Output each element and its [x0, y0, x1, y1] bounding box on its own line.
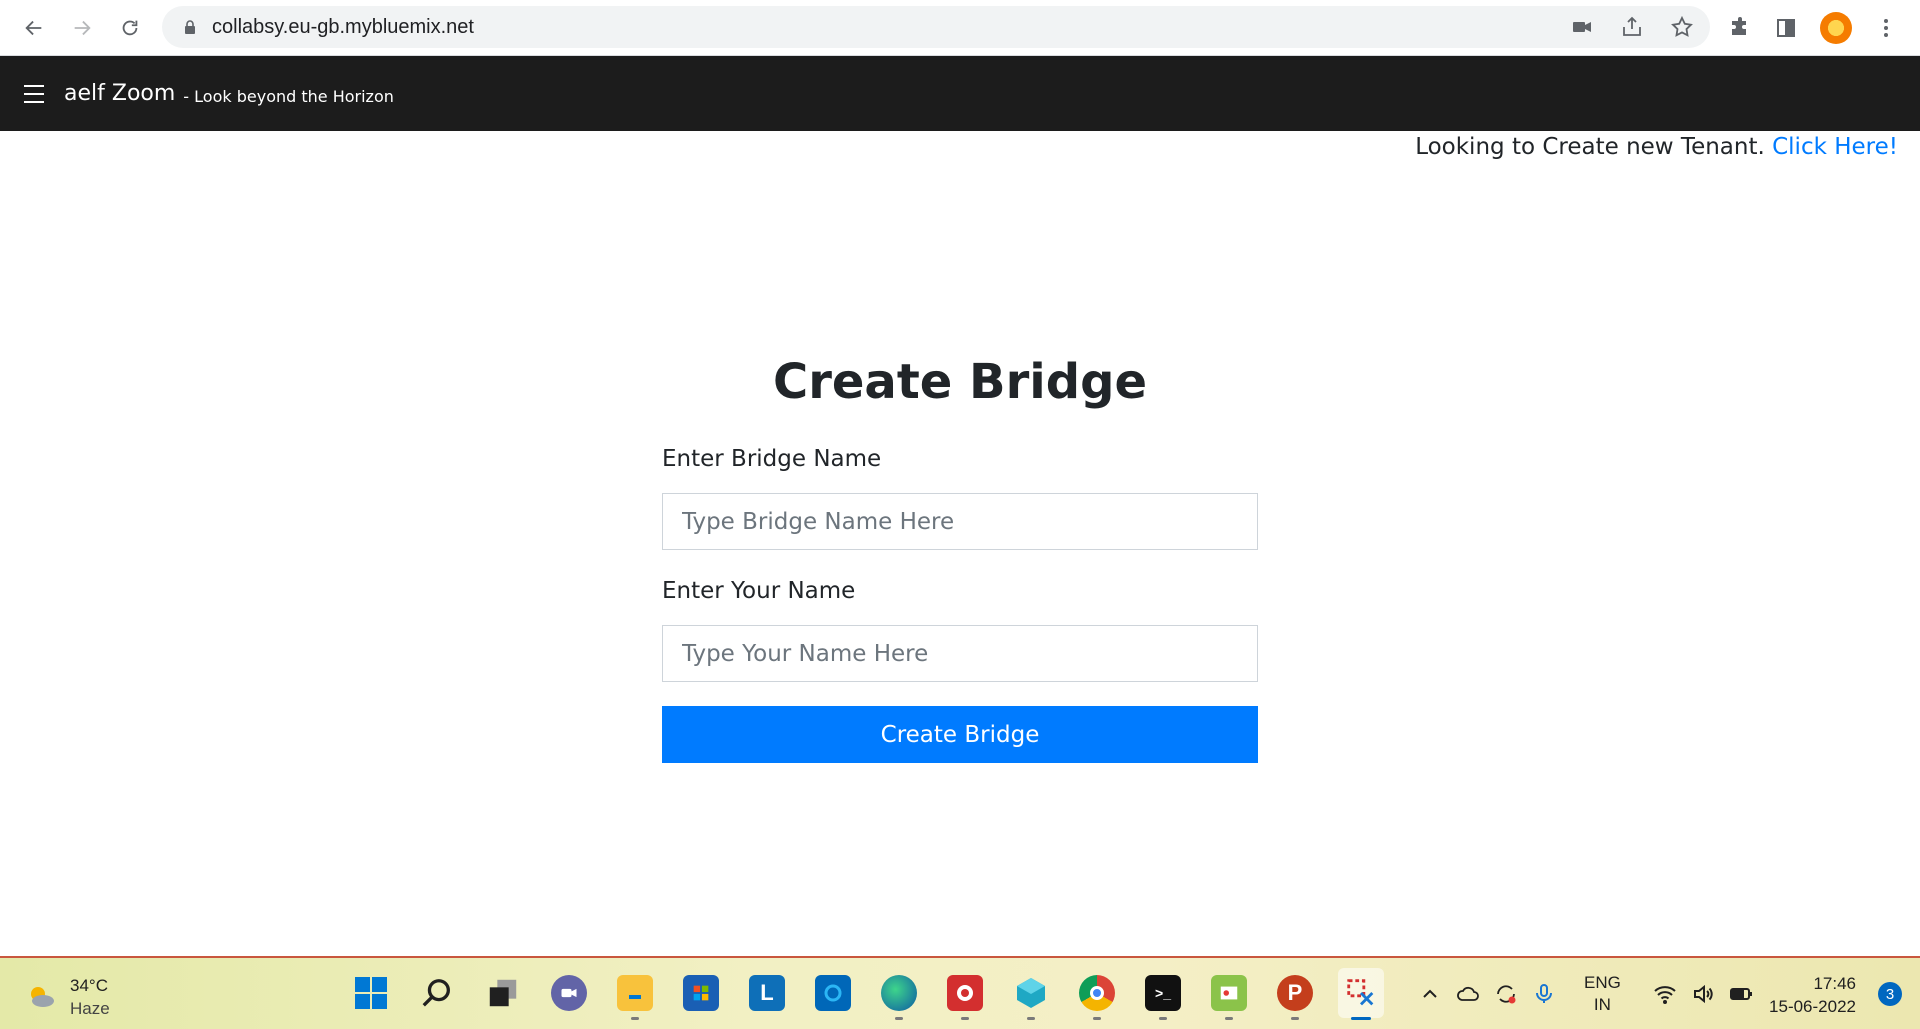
search-icon[interactable]: [414, 968, 460, 1018]
windows-start-icon[interactable]: [348, 968, 394, 1018]
notification-badge[interactable]: 3: [1878, 982, 1902, 1006]
clock[interactable]: 17:46 15-06-2022: [1769, 972, 1856, 1018]
bridge-name-label: Enter Bridge Name: [662, 446, 882, 472]
extensions-puzzle-icon[interactable]: [1728, 16, 1752, 40]
teams-chat-icon[interactable]: [546, 968, 592, 1018]
bridge-name-input[interactable]: [662, 493, 1258, 550]
side-panel-icon[interactable]: [1774, 16, 1798, 40]
windows-taskbar: 34°C Haze L >_ P ENG IN 17:46 15-06-2022…: [0, 956, 1920, 1029]
your-name-label: Enter Your Name: [662, 578, 856, 604]
haze-weather-icon: [31, 987, 54, 1007]
your-name-input[interactable]: [662, 625, 1258, 682]
reload-button[interactable]: [110, 8, 150, 48]
file-explorer-icon[interactable]: [612, 968, 658, 1020]
back-button[interactable]: [14, 8, 54, 48]
create-bridge-button[interactable]: Create Bridge: [662, 706, 1258, 763]
menu-hamburger-icon[interactable]: [24, 84, 44, 103]
wifi-icon[interactable]: [1653, 982, 1677, 1006]
page-title: Create Bridge: [772, 354, 1148, 410]
taskbar-apps: L >_ P: [348, 968, 1384, 1020]
paint-icon[interactable]: [1206, 968, 1252, 1020]
screen-recorder-icon[interactable]: [942, 968, 988, 1020]
more-menu-icon[interactable]: [1874, 16, 1898, 40]
edge-icon[interactable]: [876, 968, 922, 1020]
region-code: IN: [1593, 995, 1611, 1014]
sync-icon[interactable]: [1494, 982, 1518, 1006]
url-text: collabsy.eu-gb.mybluemix.net: [212, 15, 474, 38]
battery-icon[interactable]: [1729, 982, 1753, 1006]
browser-toolbar: collabsy.eu-gb.mybluemix.net: [0, 0, 1920, 56]
lock-icon: [185, 20, 195, 34]
share-icon[interactable]: [1620, 15, 1644, 39]
weather-description: Haze: [70, 999, 110, 1018]
address-bar[interactable]: collabsy.eu-gb.mybluemix.net: [162, 6, 1710, 48]
l-app-icon[interactable]: L: [744, 968, 790, 1018]
camera-icon[interactable]: [1570, 15, 1594, 39]
clock-date: 15-06-2022: [1769, 997, 1856, 1016]
chrome-icon[interactable]: [1074, 968, 1120, 1020]
profile-avatar[interactable]: [1820, 12, 1852, 44]
arrow-right-icon: [74, 20, 91, 35]
clock-time: 17:46: [1813, 974, 1856, 993]
powerpoint-icon[interactable]: P: [1272, 968, 1318, 1020]
weather-widget[interactable]: 34°C Haze: [24, 974, 110, 1020]
tenant-prompt: Looking to Create new Tenant. Click Here…: [1415, 134, 1898, 160]
volume-icon[interactable]: [1691, 982, 1715, 1006]
onedrive-cloud-icon[interactable]: [1456, 982, 1480, 1006]
task-view-icon[interactable]: [480, 968, 526, 1018]
terminal-icon[interactable]: >_: [1140, 968, 1186, 1020]
3d-viewer-icon[interactable]: [1008, 968, 1054, 1020]
cortana-icon[interactable]: [810, 968, 856, 1018]
arrow-left-icon: [25, 20, 42, 35]
brand-title[interactable]: aelf Zoom: [64, 81, 175, 106]
microphone-icon[interactable]: [1532, 982, 1556, 1006]
app-navbar: aelf Zoom - Look beyond the Horizon: [0, 56, 1920, 131]
create-tenant-link[interactable]: Click Here!: [1772, 134, 1898, 160]
create-bridge-form: Create Bridge Enter Bridge Name Enter Yo…: [662, 350, 1258, 763]
language-code: ENG: [1584, 973, 1621, 992]
reload-icon: [122, 20, 138, 35]
language-indicator[interactable]: ENG IN: [1584, 972, 1621, 1016]
brand-tagline: - Look beyond the Horizon: [183, 87, 394, 106]
forward-button[interactable]: [62, 8, 102, 48]
tenant-prompt-text: Looking to Create new Tenant.: [1415, 134, 1765, 160]
microsoft-store-icon[interactable]: [678, 968, 724, 1018]
bookmark-star-icon[interactable]: [1670, 15, 1694, 39]
chevron-up-icon[interactable]: [1418, 982, 1442, 1006]
snipping-tool-icon[interactable]: [1338, 968, 1384, 1020]
weather-temperature: 34°C: [70, 976, 108, 995]
system-tray: ENG IN: [1418, 970, 1753, 1018]
